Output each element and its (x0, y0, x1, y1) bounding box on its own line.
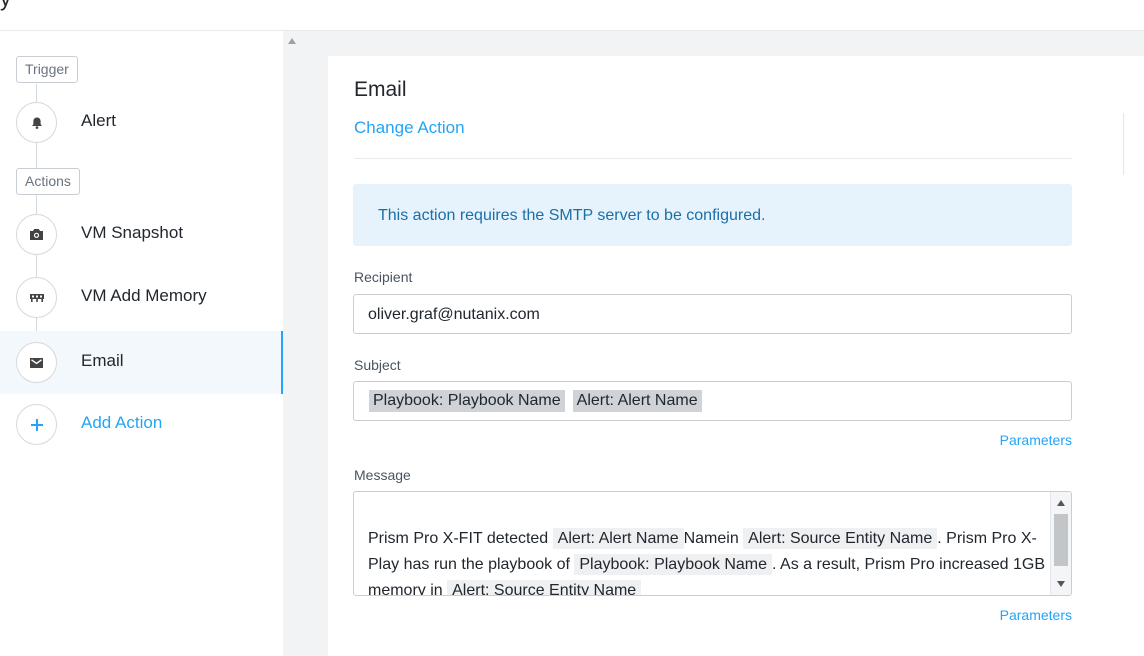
add-action-button[interactable]: Add Action (0, 393, 283, 456)
camera-icon (16, 214, 57, 255)
workflow-sidebar: Trigger Alert Actions VM Snapshot VM Add… (0, 31, 283, 656)
step-email[interactable]: Email (0, 331, 283, 394)
panel-edge (1123, 113, 1124, 175)
bell-icon (16, 102, 57, 143)
envelope-icon (16, 342, 57, 383)
recipient-value: oliver.graf@nutanix.com (368, 306, 540, 323)
step-alert[interactable]: Alert (0, 91, 283, 154)
message-field[interactable]: Prism Pro X-FIT detected Alert: Alert Na… (353, 491, 1072, 596)
step-vm-add-memory[interactable]: VM Add Memory (0, 266, 283, 329)
subject-chip-alert-name[interactable]: Alert: Alert Name (572, 390, 702, 412)
scroll-down-icon[interactable] (1057, 581, 1065, 587)
subject-field[interactable]: Playbook: Playbook Name Alert: Alert Name (353, 381, 1072, 421)
step-label-vm-snapshot: VM Snapshot (81, 223, 184, 242)
step-label-email: Email (81, 351, 124, 370)
message-text: Prism Pro X-FIT detected Alert: Alert Na… (368, 526, 1048, 595)
content-top-gutter (328, 31, 1144, 56)
message-chip[interactable]: Alert: Source Entity Name (743, 528, 938, 549)
memory-icon (16, 277, 57, 318)
scroll-thumb[interactable] (1054, 514, 1068, 566)
step-label-alert: Alert (81, 111, 116, 130)
page-title-partial: y (0, 0, 11, 12)
smtp-notice: This action requires the SMTP server to … (353, 184, 1072, 246)
add-action-label: Add Action (81, 413, 163, 432)
actions-tag: Actions (16, 168, 80, 195)
message-chip[interactable]: Alert: Alert Name (552, 528, 684, 549)
message-parameters-link[interactable]: Parameters (1000, 607, 1072, 623)
subject-parameters-link[interactable]: Parameters (1000, 432, 1072, 448)
subject-label: Subject (354, 357, 401, 373)
step-vm-snapshot[interactable]: VM Snapshot (0, 203, 283, 266)
trigger-tag: Trigger (16, 56, 78, 83)
message-scrollbar[interactable] (1050, 492, 1071, 595)
change-action-link[interactable]: Change Action (354, 118, 465, 138)
scroll-up-arrow-icon[interactable] (288, 38, 296, 44)
step-label-vm-add-memory: VM Add Memory (81, 286, 207, 305)
sidebar-scrollbar[interactable] (283, 31, 328, 656)
top-bar: y (0, 0, 1144, 31)
smtp-notice-text: This action requires the SMTP server to … (378, 207, 766, 224)
recipient-field[interactable]: oliver.graf@nutanix.com (353, 294, 1072, 334)
scroll-up-icon[interactable] (1057, 500, 1065, 506)
subject-chip-playbook-name[interactable]: Playbook: Playbook Name (369, 390, 565, 412)
message-chip[interactable]: Alert: Source Entity Name (447, 580, 642, 595)
action-title: Email (354, 78, 407, 101)
message-chip[interactable]: Playbook: Playbook Name (574, 554, 773, 575)
recipient-label: Recipient (354, 269, 413, 285)
plus-icon (16, 404, 57, 445)
message-label: Message (354, 467, 411, 483)
divider (354, 158, 1072, 159)
